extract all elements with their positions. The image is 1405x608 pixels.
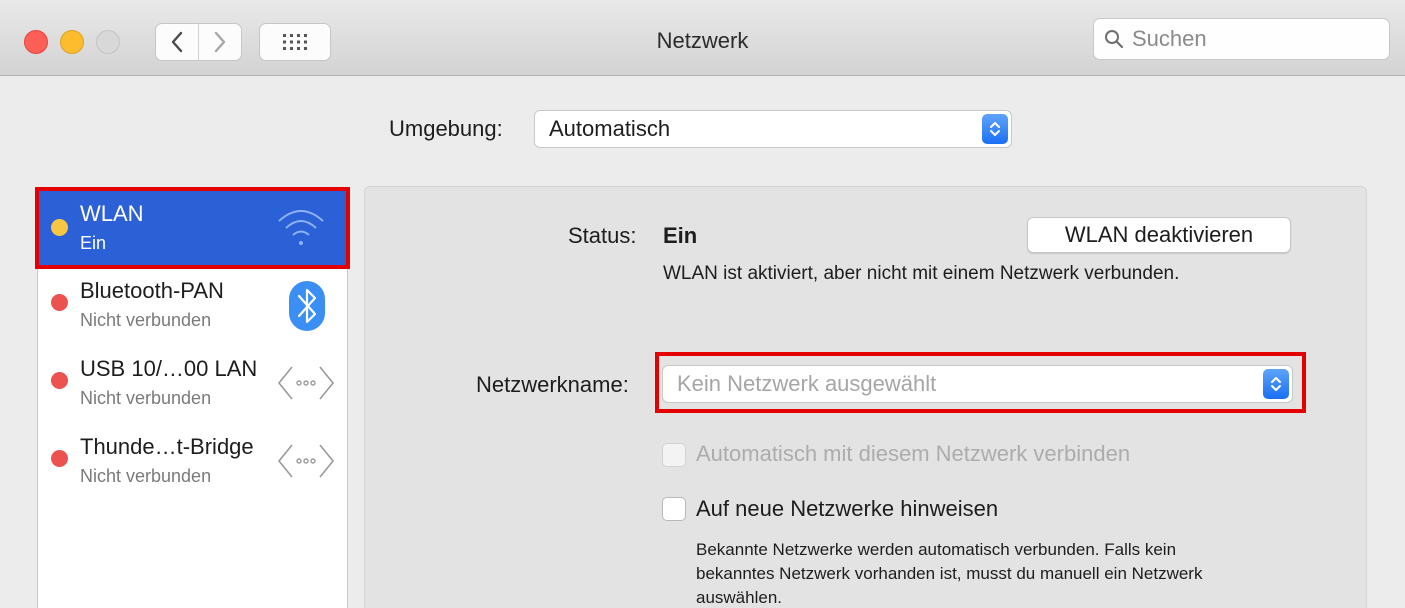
service-status: Nicht verbunden — [80, 310, 212, 330]
ask-join-description-line-2: bekanntes Netzwerk vorhanden ist, musst … — [696, 564, 1203, 583]
service-name: USB 10/…00 LAN — [80, 356, 258, 381]
status-dot — [51, 372, 68, 389]
popup-stepper-icon — [1263, 369, 1289, 399]
service-item-thunderbolt-bridge[interactable]: Thunde…t-Bridge Nicht verbunden — [38, 423, 347, 499]
ethernet-icon — [277, 366, 335, 400]
location-label: Umgebung: — [389, 116, 503, 141]
service-name: Bluetooth-PAN — [80, 278, 224, 303]
status-label: Status: — [568, 223, 637, 248]
service-item-usb-lan[interactable]: USB 10/…00 LAN Nicht verbunden — [38, 345, 347, 421]
service-status: Nicht verbunden — [80, 388, 212, 408]
status-dot — [51, 450, 68, 467]
service-name: WLAN — [80, 201, 144, 226]
search-icon — [1105, 30, 1124, 49]
status-description: WLAN ist aktiviert, aber nicht mit einem… — [663, 263, 1180, 284]
search-placeholder: Suchen — [1132, 26, 1207, 51]
ethernet-icon — [277, 444, 335, 478]
ask-join-description-line-3: auswählen. — [696, 588, 783, 607]
network-name-placeholder: Kein Netzwerk ausgewählt — [677, 371, 937, 396]
network-name-popup[interactable]: Kein Netzwerk ausgewählt — [662, 365, 1293, 403]
service-list: WLAN Ein Bluetooth-PAN Nicht verbunden U… — [37, 188, 348, 608]
service-item-bluetooth-pan[interactable]: Bluetooth-PAN Nicht verbunden — [38, 267, 347, 343]
window-toolbar: Netzwerk Suchen — [0, 0, 1405, 76]
bluetooth-icon — [289, 281, 325, 331]
location-popup[interactable]: Automatisch — [534, 110, 1012, 148]
service-name: Thunde…t-Bridge — [80, 434, 254, 459]
ask-join-checkbox[interactable] — [662, 497, 686, 521]
wifi-icon — [278, 210, 324, 245]
service-status: Ein — [80, 233, 107, 253]
ask-join-description-line-1: Bekannte Netzwerke werden automatisch ve… — [696, 540, 1177, 559]
service-status: Nicht verbunden — [80, 466, 212, 486]
status-value: Ein — [663, 223, 698, 248]
status-dot — [51, 219, 68, 236]
network-name-label: Netzwerkname: — [476, 372, 629, 397]
wlan-toggle-button[interactable]: WLAN deaktivieren — [1027, 217, 1291, 253]
auto-join-checkbox[interactable] — [662, 443, 686, 467]
location-value: Automatisch — [549, 116, 671, 141]
auto-join-label: Automatisch mit diesem Netzwerk verbinde… — [696, 441, 1131, 466]
search-field[interactable]: Suchen — [1093, 18, 1390, 60]
popup-stepper-icon — [982, 114, 1008, 144]
ask-join-label: Auf neue Netzwerke hinweisen — [696, 496, 999, 521]
service-item-wlan[interactable]: WLAN Ein — [38, 189, 347, 265]
status-dot — [51, 294, 68, 311]
